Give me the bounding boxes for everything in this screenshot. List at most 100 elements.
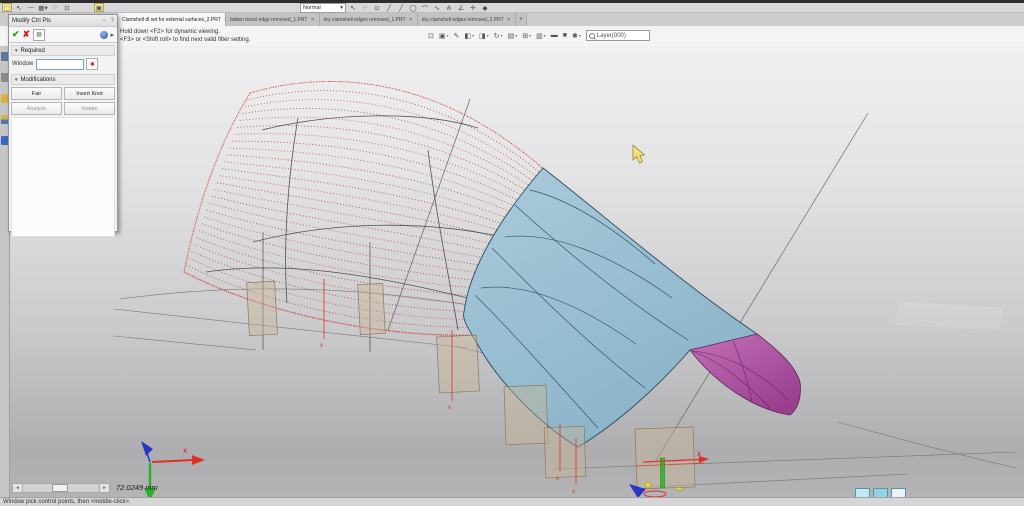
isolate-button[interactable]: Isolate: [64, 102, 115, 115]
tab-close-icon[interactable]: ✕: [507, 17, 511, 23]
view-toolbar: ⊡ ▣▾ ✎ ◧▾ ◨▾ ↻▾ ▤▾ ⊞▾ ▥▾ ▬ ■ ✱▾ Layer(00…: [428, 30, 650, 41]
selection-filter-dropdown[interactable]: Normal ▾: [300, 3, 346, 13]
tab-label: batten bezel edge removed_1.PRT: [230, 17, 307, 23]
face-icon[interactable]: ◆: [480, 3, 490, 12]
datum-box[interactable]: [358, 283, 386, 334]
datum-x-mark: x: [320, 343, 323, 349]
collapse-arrow-icon[interactable]: ▼: [14, 77, 18, 82]
modification-buttons: Fair Insert Knot Analyze Isolate: [11, 87, 115, 115]
tab-label: Clamshell dl set for external surfaces_2…: [122, 17, 221, 23]
point-icon[interactable]: ⁘: [360, 3, 370, 12]
midpoint-icon[interactable]: ✛: [468, 3, 478, 12]
section-view-icon[interactable]: ▥▾: [536, 32, 546, 40]
tab-part-2[interactable]: batten bezel edge removed_1.PRT ✕: [226, 13, 320, 26]
fair-button[interactable]: Fair: [11, 87, 62, 100]
dialog-help-icon[interactable]: ?: [111, 18, 114, 24]
dialog-title: Modify Ctrl Pts: [12, 18, 51, 24]
datum-box[interactable]: [247, 281, 278, 335]
save-icon[interactable]: ▣: [94, 3, 104, 12]
datum-x-mark: x: [556, 476, 559, 482]
window-icon[interactable]: ⊡: [62, 3, 72, 12]
window-style-icon[interactable]: ⊡: [428, 32, 434, 40]
scrollbar-track[interactable]: [23, 484, 99, 492]
select-mode-icon[interactable]: ⬚: [2, 3, 12, 12]
angle-icon[interactable]: ∠: [456, 3, 466, 12]
circle-icon[interactable]: ◯: [408, 3, 418, 12]
window-label: Window: [12, 61, 33, 67]
end-point-icon[interactable]: ⊙: [372, 3, 382, 12]
csys-rotate-handle[interactable]: [675, 487, 683, 491]
intersection-icon[interactable]: ⋔: [444, 3, 454, 12]
new-tab-button[interactable]: +: [516, 13, 527, 26]
brush-icon[interactable]: ✎: [454, 32, 460, 40]
orient-view-icon[interactable]: ◨▾: [479, 32, 489, 40]
tab-close-icon[interactable]: ✕: [310, 17, 314, 23]
scroll-left-arrow-icon[interactable]: ◂: [13, 484, 23, 492]
section-modifications-label: Modifications: [20, 77, 55, 83]
layers-icon[interactable]: ▤▾: [508, 32, 518, 40]
tab-part-4[interactable]: dry clamshell edges removed_2.PRT ✕: [418, 13, 516, 26]
dialog-minimize-icon[interactable]: −: [102, 18, 106, 24]
line-icon[interactable]: ╱: [384, 3, 394, 12]
cancel-x-icon[interactable]: ✘: [23, 29, 31, 40]
status-bar: Window pick control points, then <middle…: [0, 497, 1024, 506]
scrollbar-thumb[interactable]: [52, 484, 68, 492]
section-required-label: Required: [20, 48, 44, 54]
dialog-body-area: [11, 117, 115, 237]
gear-icon[interactable]: ✱▾: [572, 32, 581, 40]
expand-chevron-icon[interactable]: ▸: [110, 31, 114, 39]
grid-icon[interactable]: ⊞▾: [522, 32, 531, 40]
surface-purple[interactable]: [690, 334, 800, 415]
refresh-icon[interactable]: ↻▾: [494, 32, 503, 40]
horizontal-scrollbar[interactable]: ◂ ▸: [12, 483, 110, 493]
section-modifications[interactable]: ▼ Modifications: [11, 74, 115, 85]
prompt-line-1: Hold down <F2> for dynamic viewing.: [120, 28, 250, 36]
tab-label: dry clamshell edges removed_1.PRT: [324, 17, 406, 23]
layer-search-field[interactable]: Layer(000): [586, 30, 650, 41]
tab-part-1[interactable]: Clamshell dl set for external surfaces_2…: [118, 13, 226, 26]
window-grid-icon[interactable]: ▦▾: [38, 3, 48, 12]
tab-close-icon[interactable]: ✕: [409, 17, 413, 23]
viewport-canvas[interactable]: x x x x X X: [10, 46, 1024, 497]
csys-green-handle[interactable]: [661, 458, 665, 488]
modify-ctrl-pts-dialog[interactable]: Modify Ctrl Pts − ? ✔ ✘ ▦ ▸ ▼ Required W…: [8, 14, 118, 232]
csys-origin-handle[interactable]: [645, 482, 651, 488]
scroll-right-arrow-icon[interactable]: ▸: [99, 484, 109, 492]
magnifier-icon: [589, 33, 595, 39]
nx-application-window: ⬚ ↖ — ▦▾ ○ ⊡ ▣ Normal ▾ ↖ ⁘ ⊙ ╱ ╱ ◯ ⌒ ∿ …: [0, 0, 1024, 506]
ok-check-icon[interactable]: ✔: [12, 29, 20, 40]
shaded-view-icon[interactable]: ◧▾: [464, 32, 474, 40]
status-prompt: Window pick control points, then <middle…: [3, 499, 131, 505]
datum-box[interactable]: [504, 385, 548, 444]
tab-part-3[interactable]: dry clamshell edges removed_1.PRT ✕: [320, 13, 418, 26]
analyze-button[interactable]: Analyze: [11, 102, 62, 115]
datum-box[interactable]: [544, 426, 586, 477]
collapse-arrow-icon[interactable]: ▼: [14, 48, 18, 53]
wcs-x-axis[interactable]: [152, 460, 193, 462]
dialog-title-bar[interactable]: Modify Ctrl Pts − ?: [9, 15, 117, 27]
wcs-x-label: X: [183, 449, 187, 455]
window-selection-input[interactable]: [36, 59, 84, 70]
selection-filter-value: Normal: [303, 5, 321, 11]
section-required[interactable]: ▼ Required: [11, 45, 115, 56]
dark-strip-icon[interactable]: ▬: [551, 32, 558, 39]
point-constructor-icon[interactable]: ✱: [86, 58, 98, 70]
solid-box-icon[interactable]: ■: [563, 32, 567, 39]
cursor-icon[interactable]: ↖: [14, 3, 24, 12]
info-sphere-icon[interactable]: [100, 31, 108, 39]
quick-access-toolbar: ⬚ ↖ — ▦▾ ○ ⊡ ▣ Normal ▾ ↖ ⁘ ⊙ ╱ ╱ ◯ ⌒ ∿ …: [0, 3, 1024, 13]
snap-point-icon[interactable]: ↖: [348, 3, 358, 12]
menu-dash-icon[interactable]: —: [26, 3, 36, 12]
undo-icon[interactable]: ○: [50, 3, 60, 12]
measurement-readout: 72.0249 mm: [116, 483, 158, 492]
datum-box[interactable]: [437, 335, 480, 393]
insert-knot-button[interactable]: Insert Knot: [64, 87, 115, 100]
datum-x-mark: x: [448, 405, 451, 411]
spline-icon[interactable]: ∿: [432, 3, 442, 12]
apply-icon[interactable]: ▦: [33, 29, 45, 41]
render-style-icon[interactable]: ▣▾: [439, 32, 449, 40]
line2-icon[interactable]: ╱: [396, 3, 406, 12]
datum-box[interactable]: [635, 427, 695, 489]
arc-icon[interactable]: ⌒: [420, 3, 430, 12]
prompt-line-2: <F3> or <Shift roll> to find next valid …: [120, 36, 250, 44]
